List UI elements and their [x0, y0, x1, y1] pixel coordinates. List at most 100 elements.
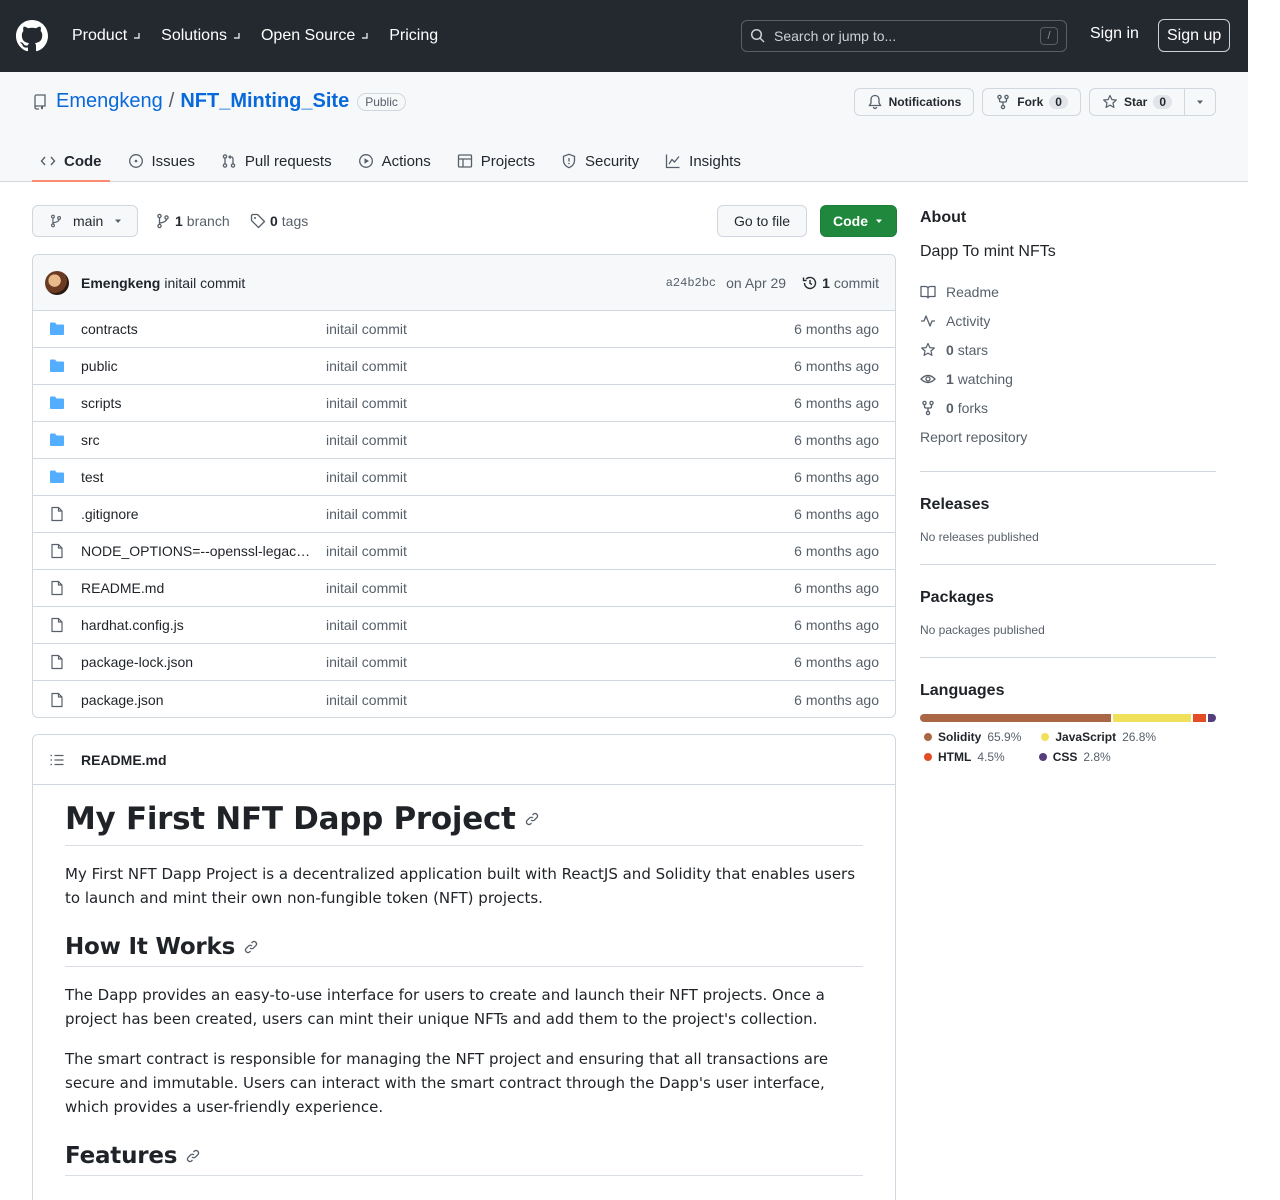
stars-link[interactable]: 0 stars — [920, 335, 1216, 364]
link-icon[interactable] — [524, 811, 540, 827]
file-commit-message[interactable]: initail commit — [326, 617, 407, 633]
file-name-link[interactable]: package-lock.json — [81, 654, 311, 670]
file-commit-message[interactable]: initail commit — [326, 580, 407, 596]
pull-request-icon — [222, 154, 236, 168]
file-commit-message[interactable]: initail commit — [326, 395, 407, 411]
tab-issues[interactable]: Issues — [120, 140, 203, 182]
branches-link[interactable]: 1 branch — [155, 213, 230, 229]
file-age: 6 months ago — [794, 358, 879, 374]
file-commit-message[interactable]: initail commit — [326, 692, 407, 708]
table-row[interactable]: contracts initail commit 6 months ago — [33, 311, 895, 348]
language-item[interactable]: HTML 4.5% — [924, 750, 1005, 764]
commit-author[interactable]: Emengkeng — [81, 275, 160, 291]
table-row[interactable]: NODE_OPTIONS=--openssl-legacy-provider in… — [33, 533, 895, 570]
table-row[interactable]: scripts initail commit 6 months ago — [33, 385, 895, 422]
tab-security[interactable]: Security — [553, 140, 647, 182]
file-name-link[interactable]: hardhat.config.js — [81, 617, 311, 633]
releases-title[interactable]: Releases — [920, 496, 1216, 514]
table-row[interactable]: .gitignore initail commit 6 months ago — [33, 496, 895, 533]
file-commit-message[interactable]: initail commit — [326, 358, 407, 374]
nav-product[interactable]: Product — [72, 27, 141, 45]
language-bar-segment — [1192, 714, 1206, 722]
file-commit-message[interactable]: initail commit — [326, 432, 407, 448]
file-name-link[interactable]: scripts — [81, 395, 311, 411]
file-commit-message[interactable]: initail commit — [326, 469, 407, 485]
notifications-label: Notifications — [888, 95, 962, 109]
file-name-link[interactable]: contracts — [81, 321, 311, 337]
link-icon[interactable] — [243, 939, 259, 955]
commit-message[interactable]: initail commit — [164, 275, 245, 291]
file-name-link[interactable]: src — [81, 432, 311, 448]
language-item[interactable]: CSS 2.8% — [1038, 750, 1111, 764]
branch-icon — [157, 213, 169, 229]
commit-history-link[interactable]: 1 commit — [802, 275, 879, 291]
repo-name-link[interactable]: NFT_Minting_Site — [180, 90, 349, 113]
watching-link[interactable]: 1 watching — [920, 364, 1216, 393]
code-dropdown-button[interactable]: Code — [820, 205, 897, 237]
table-row[interactable]: hardhat.config.js initail commit 6 months … — [33, 607, 895, 644]
tag-icon — [250, 213, 266, 229]
table-row[interactable]: test initail commit 6 months ago — [33, 459, 895, 496]
file-name-link[interactable]: README.md — [81, 580, 311, 596]
language-bar-segment — [920, 714, 1112, 722]
repo-title: Emengkeng / NFT_Minting_Site Public — [32, 90, 406, 113]
sign-in-link[interactable]: Sign in — [1090, 25, 1139, 43]
eye-icon — [920, 374, 936, 383]
table-row[interactable]: public initail commit 6 months ago — [33, 348, 895, 385]
file-name-link[interactable]: package.json — [81, 692, 311, 708]
activity-link[interactable]: Activity — [920, 306, 1216, 335]
file-commit-message[interactable]: initail commit — [326, 543, 407, 559]
search-input[interactable]: Search or jump to... / — [741, 20, 1067, 52]
readme-link[interactable]: Readme — [920, 277, 1216, 306]
watching-label: watching — [957, 370, 1013, 387]
file-name-link[interactable]: .gitignore — [81, 506, 311, 522]
commit-sha[interactable]: a24b2bc — [666, 276, 716, 290]
tab-projects[interactable]: Projects — [449, 140, 543, 182]
language-item[interactable]: Solidity 65.9% — [924, 730, 1021, 744]
readme-paragraph: The Dapp provides an easy-to-use interfa… — [65, 986, 825, 1028]
table-row[interactable]: README.md initail commit 6 months ago — [33, 570, 895, 607]
search-shortcut-key: / — [1040, 27, 1058, 45]
chevron-down-icon — [362, 33, 368, 39]
tab-actions[interactable]: Actions — [350, 140, 439, 182]
triangle-down-icon — [876, 219, 882, 223]
repo-owner-link[interactable]: Emengkeng — [56, 90, 163, 113]
forks-link[interactable]: 0 forks — [920, 393, 1216, 422]
sign-up-button[interactable]: Sign up — [1158, 19, 1231, 52]
avatar[interactable] — [45, 270, 69, 295]
file-name-link[interactable]: NODE_OPTIONS=--openssl-legacy-provider — [81, 543, 311, 559]
branch-select-button[interactable]: main — [32, 205, 138, 237]
nav-pricing[interactable]: Pricing — [389, 27, 438, 45]
link-icon[interactable] — [185, 1148, 201, 1164]
star-lists-dropdown[interactable] — [1185, 88, 1216, 116]
language-item[interactable]: JavaScript 26.8% — [1041, 730, 1156, 744]
table-row[interactable]: package-lock.json initail commit 6 months … — [33, 644, 895, 681]
nav-open-source[interactable]: Open Source — [261, 27, 369, 45]
tab-pull-requests-label: Pull requests — [244, 152, 332, 170]
report-repository-link[interactable]: Report repository — [920, 422, 1216, 451]
file-name-link[interactable]: test — [81, 469, 311, 485]
file-name-link[interactable]: public — [81, 358, 311, 374]
readme-filename[interactable]: README.md — [81, 752, 167, 768]
packages-empty: No packages published — [920, 623, 1045, 637]
packages-title[interactable]: Packages — [920, 589, 1216, 607]
star-button[interactable]: Star 0 — [1088, 88, 1185, 116]
list-icon[interactable] — [49, 752, 65, 768]
go-to-file-button[interactable]: Go to file — [717, 205, 808, 237]
issue-icon — [128, 154, 143, 168]
nav-solutions[interactable]: Solutions — [161, 27, 241, 45]
table-row[interactable]: src initail commit 6 months ago — [33, 422, 895, 459]
github-logo-icon[interactable] — [16, 20, 48, 52]
file-commit-message[interactable]: initail commit — [326, 654, 407, 670]
tab-code[interactable]: Code — [32, 140, 110, 182]
file-icon — [49, 692, 65, 708]
chevron-down-icon — [134, 33, 140, 39]
table-row[interactable]: package.json initail commit 6 months ago — [33, 681, 895, 717]
file-commit-message[interactable]: initail commit — [326, 321, 407, 337]
tags-link[interactable]: 0 tags — [250, 213, 308, 229]
tab-insights[interactable]: Insights — [657, 140, 749, 182]
tab-pull-requests[interactable]: Pull requests — [213, 140, 340, 182]
fork-button[interactable]: Fork 0 — [982, 88, 1081, 116]
file-commit-message[interactable]: initail commit — [326, 506, 407, 522]
notifications-button[interactable]: Notifications — [853, 88, 975, 116]
